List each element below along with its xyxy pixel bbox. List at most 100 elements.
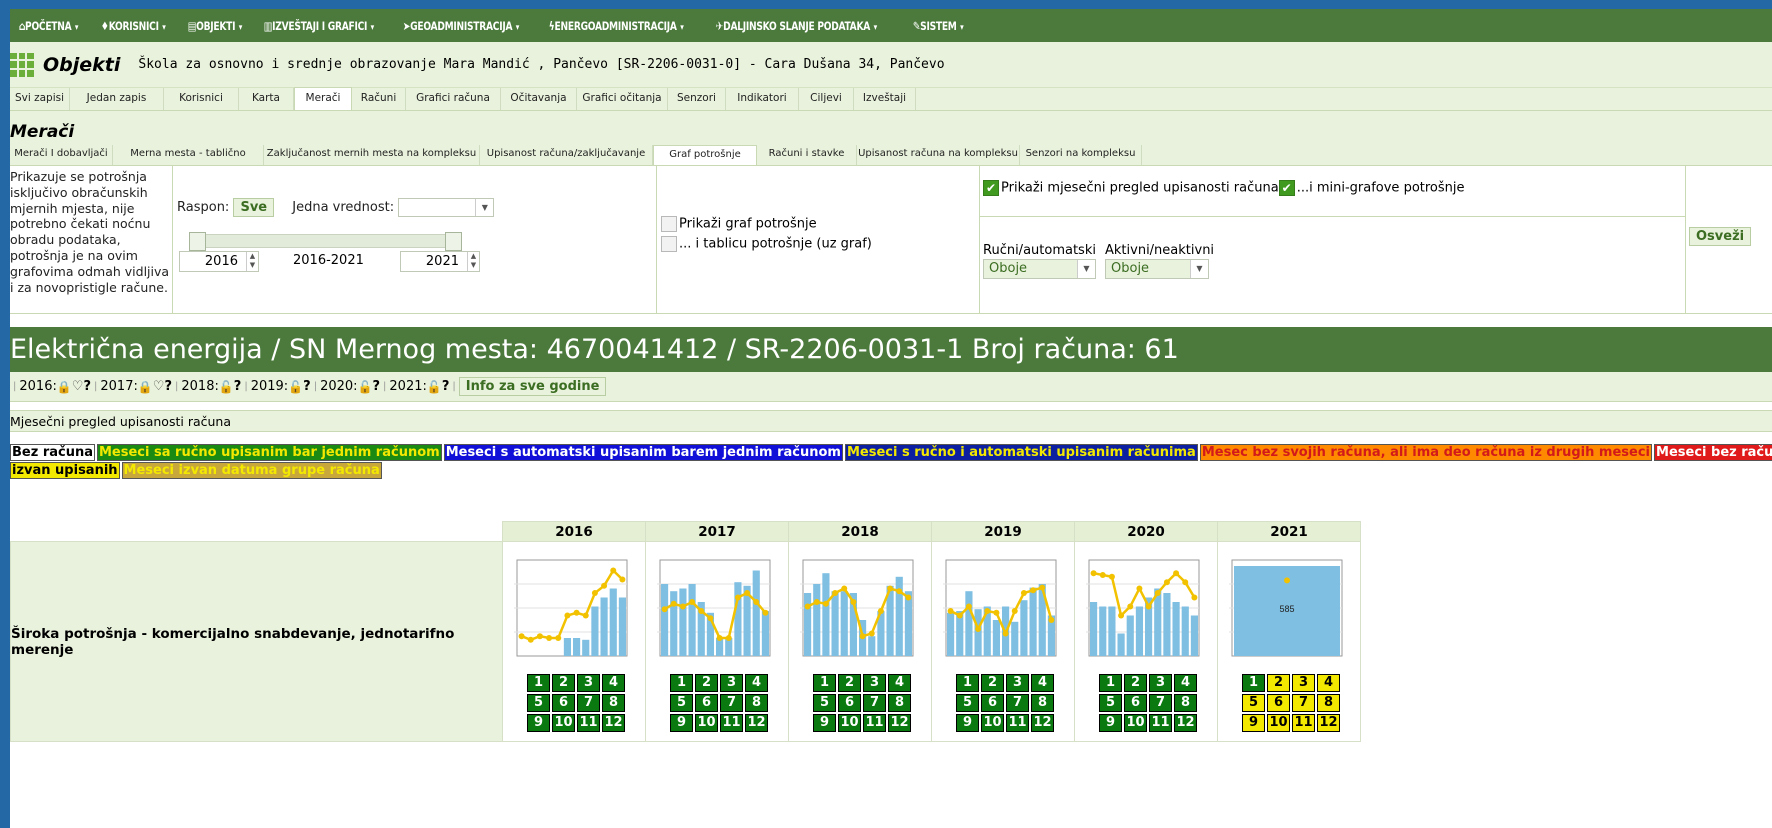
aktivni-select[interactable]: Oboje ▼ bbox=[1105, 259, 1209, 279]
month-cell[interactable]: 5 bbox=[956, 694, 979, 712]
month-cell[interactable]: 11 bbox=[863, 714, 886, 732]
month-cell[interactable]: 5 bbox=[1099, 694, 1122, 712]
menu-item[interactable]: ➤GEOADMINISTRACIJA ▾ bbox=[394, 19, 531, 33]
question-icon[interactable]: ? bbox=[83, 379, 91, 394]
month-cell[interactable]: 1 bbox=[956, 674, 979, 692]
month-cell[interactable]: 3 bbox=[577, 674, 600, 692]
subtab-item[interactable]: Zaključanost mernih mesta na kompleksu bbox=[264, 145, 480, 165]
month-cell[interactable]: 6 bbox=[552, 694, 575, 712]
show-table-checkbox[interactable] bbox=[661, 236, 677, 252]
lock-open-icon[interactable]: 🔓 bbox=[219, 380, 234, 394]
month-cell[interactable]: 3 bbox=[1006, 674, 1029, 692]
month-cell[interactable]: 10 bbox=[981, 714, 1004, 732]
menu-item[interactable]: ✈DALJINSKO SLANJE PODATAKA ▾ bbox=[707, 19, 889, 33]
question-icon[interactable]: ? bbox=[164, 379, 172, 394]
show-table-option[interactable]: ... i tablicu potrošnje (uz graf) bbox=[661, 236, 872, 252]
year-range-slider[interactable] bbox=[193, 234, 453, 248]
month-cell[interactable]: 5 bbox=[670, 694, 693, 712]
heart-icon[interactable]: ♡ bbox=[153, 379, 165, 394]
menu-item[interactable]: ϟENERGOADMINISTRACIJA ▾ bbox=[540, 19, 696, 33]
heart-icon[interactable]: ♡ bbox=[72, 379, 84, 394]
month-cell[interactable]: 9 bbox=[670, 714, 693, 732]
month-cell[interactable]: 7 bbox=[1149, 694, 1172, 712]
month-cell[interactable]: 11 bbox=[1292, 714, 1315, 732]
rucni-select[interactable]: Oboje ▼ bbox=[983, 259, 1096, 279]
month-cell[interactable]: 7 bbox=[863, 694, 886, 712]
show-graph-checkbox[interactable] bbox=[661, 216, 677, 232]
mini-chart-2020[interactable] bbox=[1075, 542, 1216, 664]
month-cell[interactable]: 10 bbox=[1124, 714, 1147, 732]
month-cell[interactable]: 2 bbox=[1267, 674, 1290, 692]
month-cell[interactable]: 7 bbox=[720, 694, 743, 712]
month-cell[interactable]: 8 bbox=[745, 694, 768, 712]
month-cell[interactable]: 6 bbox=[981, 694, 1004, 712]
month-cell[interactable]: 10 bbox=[695, 714, 718, 732]
month-cell[interactable]: 4 bbox=[888, 674, 911, 692]
tab-senzori[interactable]: Senzori bbox=[668, 88, 726, 110]
mini-chart-2017[interactable] bbox=[646, 542, 787, 664]
jedna-vrednost-select[interactable]: ▼ bbox=[398, 198, 495, 217]
month-cell[interactable]: 12 bbox=[1031, 714, 1054, 732]
refresh-button[interactable]: Osveži bbox=[1689, 227, 1752, 246]
mini-chart-2019[interactable] bbox=[932, 542, 1073, 664]
month-cell[interactable]: 2 bbox=[981, 674, 1004, 692]
month-cell[interactable]: 6 bbox=[1267, 694, 1290, 712]
tab-indikatori[interactable]: Indikatori bbox=[726, 88, 799, 110]
tab-karta[interactable]: Karta bbox=[239, 88, 294, 110]
menu-item[interactable]: ♦KORISNICI ▾ bbox=[92, 19, 178, 33]
month-cell[interactable]: 2 bbox=[838, 674, 861, 692]
month-cell[interactable]: 1 bbox=[527, 674, 550, 692]
menu-item[interactable]: ▥IZVEŠTAJI I GRAFICI ▾ bbox=[255, 19, 386, 33]
month-cell[interactable]: 4 bbox=[1031, 674, 1054, 692]
month-cell[interactable]: 6 bbox=[695, 694, 718, 712]
slider-handle-from[interactable] bbox=[189, 232, 206, 251]
month-cell[interactable]: 10 bbox=[1267, 714, 1290, 732]
month-cell[interactable]: 3 bbox=[863, 674, 886, 692]
tab-grafici-računa[interactable]: Grafici računa bbox=[406, 88, 501, 110]
menu-item[interactable]: ⌂POČETNA ▾ bbox=[10, 19, 91, 33]
month-cell[interactable]: 8 bbox=[888, 694, 911, 712]
mini-chart-2018[interactable] bbox=[789, 542, 930, 664]
stepper-arrows-icon[interactable]: ▲ ▼ bbox=[467, 252, 479, 271]
question-icon[interactable]: ? bbox=[303, 379, 311, 394]
mini-chart-2021[interactable]: 585 bbox=[1218, 542, 1359, 664]
month-cell[interactable]: 5 bbox=[1242, 694, 1265, 712]
month-cell[interactable]: 6 bbox=[838, 694, 861, 712]
question-icon[interactable]: ? bbox=[372, 379, 380, 394]
lock-open-icon[interactable]: 🔓 bbox=[358, 380, 373, 394]
stepper-arrows-icon[interactable]: ▲ ▼ bbox=[246, 252, 258, 271]
raspon-sve-button[interactable]: Sve bbox=[233, 198, 275, 217]
subtab-item[interactable]: Senzori na kompleksu bbox=[1020, 145, 1142, 165]
month-cell[interactable]: 7 bbox=[577, 694, 600, 712]
mini-chart-2016[interactable] bbox=[503, 542, 644, 664]
month-cell[interactable]: 5 bbox=[813, 694, 836, 712]
month-cell[interactable]: 1 bbox=[1242, 674, 1265, 692]
tab-očitavanja[interactable]: Očitavanja bbox=[501, 88, 577, 110]
month-cell[interactable]: 9 bbox=[956, 714, 979, 732]
tab-korisnici[interactable]: Korisnici bbox=[164, 88, 239, 110]
menu-item[interactable]: ▤OBJEKTI ▾ bbox=[179, 19, 254, 33]
month-cell[interactable]: 3 bbox=[1149, 674, 1172, 692]
month-cell[interactable]: 11 bbox=[720, 714, 743, 732]
month-cell[interactable]: 11 bbox=[1006, 714, 1029, 732]
month-cell[interactable]: 2 bbox=[552, 674, 575, 692]
month-cell[interactable]: 7 bbox=[1006, 694, 1029, 712]
month-cell[interactable]: 1 bbox=[1099, 674, 1122, 692]
month-cell[interactable]: 2 bbox=[695, 674, 718, 692]
month-cell[interactable]: 8 bbox=[1174, 694, 1197, 712]
month-cell[interactable]: 4 bbox=[602, 674, 625, 692]
subtab-item[interactable]: Upisanost računa/zaključavanje bbox=[480, 145, 653, 165]
month-cell[interactable]: 12 bbox=[1174, 714, 1197, 732]
month-cell[interactable]: 8 bbox=[602, 694, 625, 712]
month-cell[interactable]: 9 bbox=[813, 714, 836, 732]
subtab-item[interactable]: Graf potrošnje bbox=[653, 145, 757, 165]
month-cell[interactable]: 2 bbox=[1124, 674, 1147, 692]
slider-handle-to[interactable] bbox=[445, 232, 462, 251]
month-cell[interactable]: 10 bbox=[838, 714, 861, 732]
month-cell[interactable]: 7 bbox=[1292, 694, 1315, 712]
month-cell[interactable]: 9 bbox=[1242, 714, 1265, 732]
lock-closed-icon[interactable]: 🔒 bbox=[57, 380, 72, 394]
month-cell[interactable]: 12 bbox=[745, 714, 768, 732]
lock-closed-icon[interactable]: 🔒 bbox=[138, 380, 153, 394]
lock-open-icon[interactable]: 🔓 bbox=[427, 380, 442, 394]
